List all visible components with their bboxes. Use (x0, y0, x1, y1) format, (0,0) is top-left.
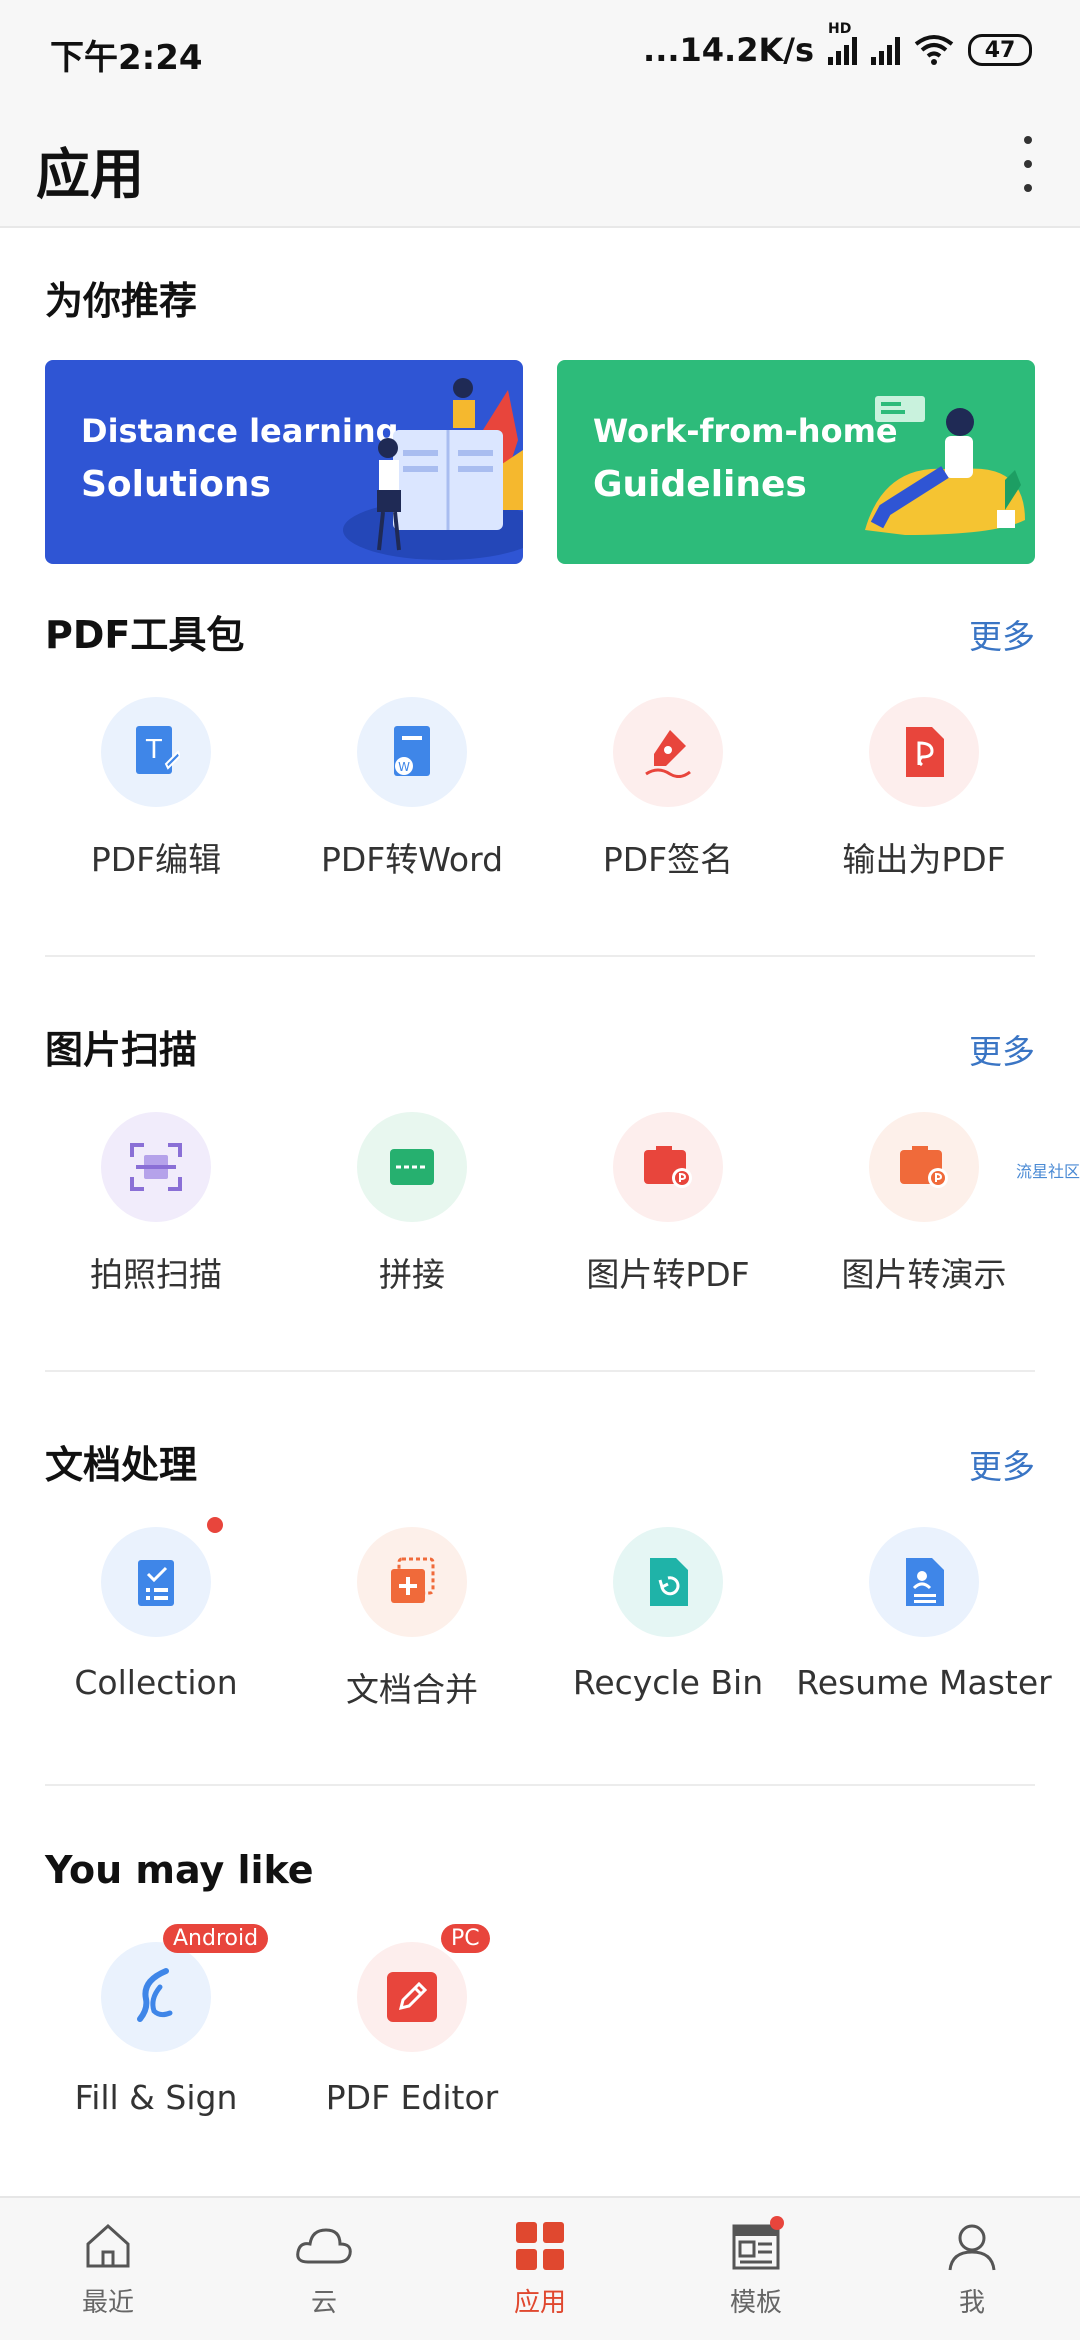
photo-scan-icon (101, 1112, 211, 1222)
section-divider (45, 1370, 1035, 1372)
nav-label: 我 (958, 2288, 985, 2318)
tool-label: 拼接 (379, 1255, 445, 1294)
export-pdf-icon (869, 697, 979, 807)
tool-label: 文档合并 (346, 1670, 478, 1709)
section-divider (45, 1784, 1035, 1786)
recommend-title: 为你推荐 (45, 279, 198, 323)
wifi-icon (914, 35, 954, 65)
hd-badge: HD (828, 21, 852, 37)
image-to-slides-icon (869, 1112, 979, 1222)
apps-icon (516, 2222, 564, 2270)
bottom-nav: 最近 云 应用 模板 我 (0, 2196, 1080, 2340)
network-speed: ...14.2K/s (643, 31, 814, 69)
nav-item-recent[interactable]: 最近 (0, 2198, 216, 2340)
nav-label: 云 (310, 2288, 337, 2318)
you-may-like-title: You may like (45, 1848, 314, 1892)
tool-label: 拍照扫描 (90, 1255, 222, 1294)
tool-stitch[interactable]: 拼接 (284, 1112, 540, 1296)
image-scan-more-link[interactable]: 更多 (969, 1025, 1035, 1073)
nav-item-cloud[interactable]: 云 (216, 2198, 432, 2340)
signal-icon (871, 35, 900, 65)
banner-line2: Solutions (81, 464, 271, 505)
banner-work-from-home[interactable]: Work-from-home Guidelines (557, 360, 1035, 564)
tool-pdf-edit[interactable]: T PDF编辑 (28, 697, 284, 881)
reading-illustration-icon (343, 378, 523, 560)
fill-sign-icon: Android (101, 1924, 269, 2052)
tool-resume-master[interactable]: Resume Master (796, 1527, 1052, 1702)
tool-image-to-pdf[interactable]: 图片转PDF (540, 1112, 796, 1296)
watermark-text: 流星社区 (1015, 1162, 1080, 1181)
pdf-edit-icon: T (101, 697, 211, 807)
tool-label: PDF签名 (602, 840, 734, 879)
pdf-sign-icon (613, 697, 723, 807)
image-to-pdf-icon (613, 1112, 723, 1222)
tool-label: Fill & Sign (74, 2078, 238, 2117)
resume-icon (869, 1527, 979, 1637)
tool-image-to-slides[interactable]: 图片转演示 (796, 1112, 1052, 1296)
tool-label: Collection (74, 1663, 238, 1702)
pdf-tools-more-link[interactable]: 更多 (969, 610, 1035, 658)
tool-label: Resume Master (796, 1663, 1052, 1702)
platform-tag-pc: PC (441, 1924, 490, 1953)
nav-label: 应用 (513, 2288, 566, 2318)
doc-process-title: 文档处理 (45, 1443, 198, 1487)
pdf-tools-title: PDF工具包 (45, 613, 245, 657)
doc-process-more-link[interactable]: 更多 (969, 1440, 1035, 1488)
tool-collection[interactable]: Collection (28, 1517, 284, 1702)
nav-item-templates[interactable]: 模板 (648, 2198, 864, 2340)
tool-label: PDF Editor (325, 2078, 499, 2117)
tool-recycle-bin[interactable]: Recycle Bin (540, 1527, 796, 1702)
image-scan-title: 图片扫描 (45, 1028, 198, 1072)
status-icons: ...14.2K/s HD 47 (643, 21, 1032, 72)
svg-text:W: W (398, 760, 410, 774)
collection-icon (101, 1517, 223, 1637)
nav-item-apps[interactable]: 应用 (432, 2198, 648, 2340)
tool-pdf-to-word[interactable]: W PDF转Word (284, 697, 540, 881)
new-badge-dot (770, 2216, 784, 2230)
tool-label: 图片转PDF (586, 1255, 750, 1294)
section-divider (45, 955, 1035, 957)
tool-export-pdf[interactable]: 输出为PDF (796, 697, 1052, 881)
tool-pdf-sign[interactable]: PDF签名 (540, 697, 796, 881)
tool-label: 输出为PDF (842, 840, 1006, 879)
more-options-icon[interactable] (1016, 136, 1040, 192)
banner-line2: Guidelines (593, 464, 807, 505)
tool-label: PDF编辑 (90, 840, 222, 879)
page-title: 应用 (36, 143, 144, 206)
pdf-to-word-icon: W (357, 697, 467, 807)
platform-tag-android: Android (163, 1924, 269, 1953)
home-icon (86, 2223, 130, 2268)
tool-label: Recycle Bin (572, 1663, 764, 1702)
work-from-home-illustration-icon (865, 396, 1025, 535)
nav-label: 模板 (729, 2288, 782, 2318)
nav-item-me[interactable]: 我 (864, 2198, 1080, 2340)
doc-merge-icon (357, 1527, 467, 1637)
status-bar: 下午2:24 ...14.2K/s HD 47 (0, 0, 1080, 100)
cloud-icon (296, 2228, 352, 2264)
recycle-bin-icon (613, 1527, 723, 1637)
svg-text:T: T (145, 735, 162, 765)
app-screen: 下午2:24 ...14.2K/s HD 47 应用 为你推荐 Distance… (0, 0, 1080, 2340)
signal-hd-icon: HD (828, 21, 857, 65)
tool-photo-scan[interactable]: 拍照扫描 (28, 1112, 284, 1296)
profile-icon (948, 2224, 996, 2271)
status-time: 下午2:24 (50, 38, 203, 78)
nav-label: 最近 (81, 2288, 134, 2318)
tool-pdf-editor[interactable]: PC PDF Editor (284, 1924, 540, 2117)
banner-distance-learning[interactable]: Distance learning Solutions (45, 360, 523, 564)
tool-label: 图片转演示 (841, 1255, 1007, 1294)
tool-fill-sign[interactable]: Android Fill & Sign (28, 1924, 284, 2117)
new-badge-dot (207, 1517, 223, 1533)
pdf-editor-icon: PC (357, 1924, 490, 2052)
tool-label: PDF转Word (320, 840, 504, 879)
tool-doc-merge[interactable]: 文档合并 (284, 1527, 540, 1711)
stitch-icon (357, 1112, 467, 1222)
app-header: 应用 (0, 100, 1080, 228)
battery-icon: 47 (968, 34, 1032, 66)
